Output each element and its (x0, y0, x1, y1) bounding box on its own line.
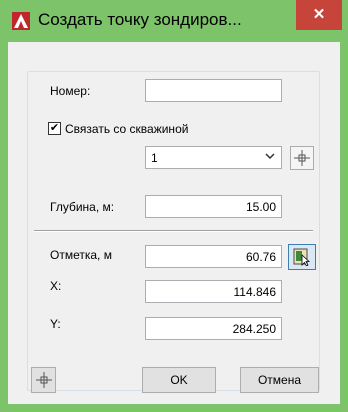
title-bar[interactable]: Создать точку зондиров... ✕ (0, 0, 348, 42)
pick-borehole-button[interactable] (290, 146, 314, 170)
link-borehole-label[interactable]: Связать со скважиной (65, 122, 188, 136)
number-field[interactable] (145, 79, 282, 102)
borehole-select[interactable]: 1 (145, 146, 282, 169)
pick-point-icon (294, 150, 310, 166)
close-button[interactable]: ✕ (296, 0, 342, 30)
elevation-field[interactable]: 60.76 (145, 245, 282, 268)
separator-highlight (34, 231, 313, 232)
borehole-select-value: 1 (151, 151, 158, 165)
pick-point-icon (35, 372, 52, 388)
y-label: Y: (50, 317, 61, 331)
pick-point-button[interactable] (31, 367, 56, 393)
depth-field[interactable]: 15.00 (145, 195, 282, 218)
window-title: Создать точку зондиров... (38, 10, 242, 29)
y-field[interactable]: 284.250 (145, 317, 282, 340)
select-object-icon (293, 248, 311, 266)
autocad-icon (12, 12, 30, 30)
chevron-down-icon (265, 151, 275, 164)
depth-label: Глубина, м: (50, 200, 115, 214)
link-borehole-checkbox[interactable]: ✔ (48, 122, 61, 135)
cancel-button[interactable]: Отмена (240, 367, 319, 393)
x-label: X: (50, 279, 62, 293)
number-label: Номер: (50, 84, 91, 98)
select-object-button[interactable] (288, 244, 316, 270)
x-field[interactable]: 114.846 (145, 280, 282, 303)
elevation-label: Отметка, м (50, 248, 112, 262)
ok-button[interactable]: OK (142, 367, 216, 393)
dialog-window: Создать точку зондиров... ✕ Номер: ✔ Свя… (0, 0, 348, 412)
dialog-body: Номер: ✔ Связать со скважиной 1 Глубина,… (8, 42, 340, 404)
